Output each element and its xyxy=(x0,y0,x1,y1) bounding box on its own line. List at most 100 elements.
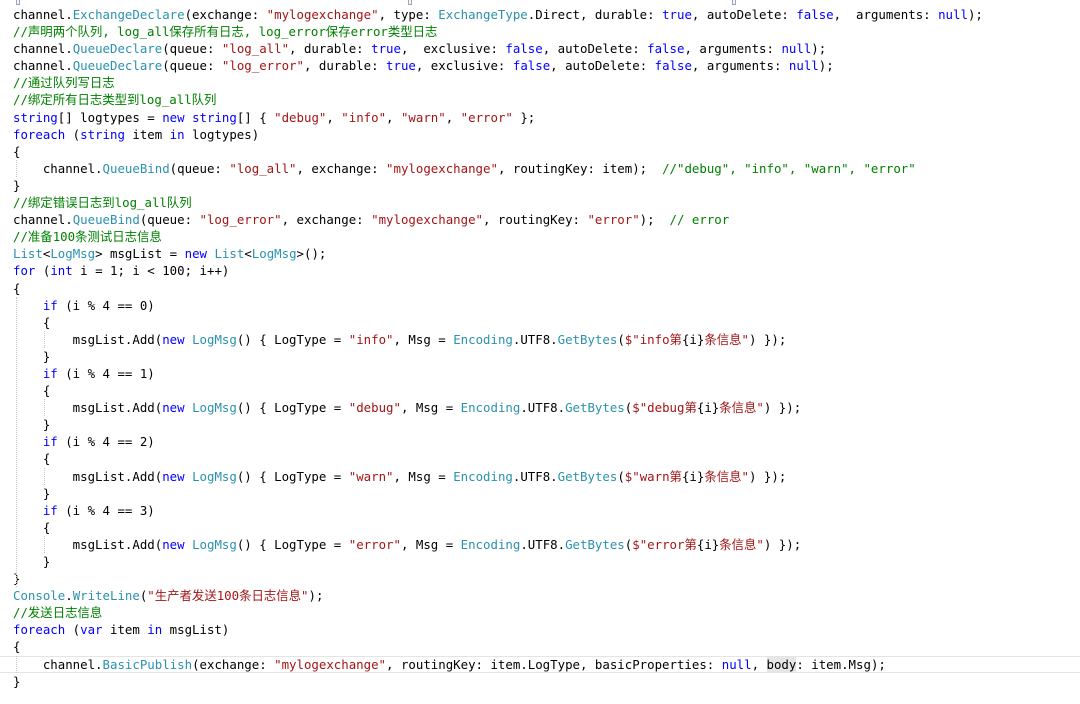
code-token: channel. xyxy=(13,656,103,672)
code-token: .UTF8. xyxy=(520,536,566,552)
tab-edge xyxy=(408,0,412,5)
code-token: //声明两个队列, log_all保存所有日志, log_error保存erro… xyxy=(13,24,438,40)
code-line[interactable]: if (i % 4 == 1) xyxy=(0,365,1080,382)
code-token: .UTF8. xyxy=(512,468,558,484)
code-line[interactable]: { xyxy=(0,382,1080,399)
code-token: , durable: xyxy=(289,41,372,57)
code-line[interactable]: } xyxy=(0,553,1080,570)
code-line[interactable]: } xyxy=(0,485,1080,502)
code-token: , exchange: xyxy=(281,212,372,228)
code-line[interactable]: msgList.Add(new LogMsg() { LogType = "wa… xyxy=(0,468,1080,485)
code-line[interactable]: channel.ExchangeDeclare(exchange: "mylog… xyxy=(0,6,1080,23)
code-token: ) }); xyxy=(763,536,802,552)
code-line[interactable]: if (i % 4 == 2) xyxy=(0,433,1080,450)
code-line[interactable]: for (int i = 1; i < 100; i++) xyxy=(0,262,1080,279)
code-token: ) }); xyxy=(763,400,802,416)
code-line[interactable]: { xyxy=(0,280,1080,297)
code-token: ( xyxy=(65,126,81,142)
code-token: { xyxy=(13,519,51,535)
code-line[interactable]: { xyxy=(0,519,1080,536)
code-token: ExchangeType xyxy=(438,7,528,22)
code-token: "mylogexchange" xyxy=(266,7,379,22)
code-token: { xyxy=(13,143,21,159)
code-token: : item.Msg); xyxy=(796,656,886,672)
code-line[interactable]: channel.BasicPublish(exchange: "mylogexc… xyxy=(0,655,1080,673)
code-token: //发送日志信息 xyxy=(13,605,103,621)
code-line[interactable]: //绑定所有日志类型到log_all队列 xyxy=(0,91,1080,108)
code-line[interactable]: //准备100条测试日志信息 xyxy=(0,228,1080,245)
code-token: null xyxy=(788,58,819,74)
code-token: false xyxy=(505,41,543,57)
code-line[interactable]: } xyxy=(0,570,1080,587)
code-lines[interactable]: channel.ExchangeDeclare(exchange: "mylog… xyxy=(0,6,1080,690)
code-line[interactable]: foreach (var item in msgList) xyxy=(0,621,1080,638)
code-token: false xyxy=(796,7,834,22)
code-token: } xyxy=(13,177,21,193)
code-line[interactable]: if (i % 4 == 3) xyxy=(0,502,1080,519)
code-line[interactable]: { xyxy=(0,143,1080,160)
code-token: msgList.Add( xyxy=(13,400,163,416)
code-line[interactable]: } xyxy=(0,416,1080,433)
code-token: LogMsg xyxy=(192,536,237,552)
code-token: (i % 4 == 2) xyxy=(57,434,155,450)
code-editor[interactable]: channel.ExchangeDeclare(exchange: "mylog… xyxy=(0,0,1080,704)
code-line[interactable]: { xyxy=(0,314,1080,331)
code-token: (queue: xyxy=(162,58,222,74)
code-line[interactable]: { xyxy=(0,450,1080,467)
code-line[interactable]: //发送日志信息 xyxy=(0,604,1080,621)
code-line[interactable]: channel.QueueDeclare(queue: "log_error",… xyxy=(0,57,1080,74)
code-token: } xyxy=(13,554,51,569)
code-token: Encoding xyxy=(460,400,521,416)
code-line[interactable]: //声明两个队列, log_all保存所有日志, log_error保存erro… xyxy=(0,23,1080,40)
code-token: channel. xyxy=(13,41,73,57)
code-token: (i % 4 == 1) xyxy=(57,365,155,381)
code-token: channel. xyxy=(13,7,73,22)
code-line[interactable]: Console.WriteLine("生产者发送100条日志信息"); xyxy=(0,587,1080,604)
code-token: "error" xyxy=(587,212,640,228)
code-token: .Direct, durable: xyxy=(527,7,663,22)
code-token: BasicPublish xyxy=(102,656,193,672)
code-token: () { LogType = xyxy=(236,400,349,416)
code-token: . xyxy=(65,588,73,604)
code-token: LogMsg xyxy=(192,331,237,347)
code-token: ExchangeDeclare xyxy=(72,7,185,22)
code-token: 条信息" xyxy=(719,536,764,552)
code-line[interactable]: string[] logtypes = new string[] { "debu… xyxy=(0,109,1080,126)
code-token: () { LogType = xyxy=(236,536,349,552)
code-line[interactable]: msgList.Add(new LogMsg() { LogType = "in… xyxy=(0,331,1080,348)
code-token: } xyxy=(13,673,21,689)
code-line[interactable]: msgList.Add(new LogMsg() { LogType = "er… xyxy=(0,536,1080,553)
code-token: , arguments: xyxy=(684,41,782,57)
tab-edge xyxy=(16,0,20,5)
code-line[interactable]: msgList.Add(new LogMsg() { LogType = "de… xyxy=(0,399,1080,416)
code-line[interactable]: //通过队列写日志 xyxy=(0,74,1080,91)
code-token: {i} xyxy=(681,331,705,347)
code-line[interactable]: } xyxy=(0,348,1080,365)
code-line[interactable]: } xyxy=(0,673,1080,690)
code-line[interactable]: List<LogMsg> msgList = new List<LogMsg>(… xyxy=(0,245,1080,262)
code-token: } xyxy=(13,348,51,364)
code-line[interactable]: } xyxy=(0,177,1080,194)
code-token: //"debug", "info", "warn", "error" xyxy=(662,160,916,176)
indent-guide xyxy=(44,399,45,417)
code-line[interactable]: channel.QueueBind(queue: "log_all", exch… xyxy=(0,160,1080,177)
code-line[interactable]: foreach (string item in logtypes) xyxy=(0,126,1080,143)
code-token: item xyxy=(124,126,170,142)
code-token: logtypes) xyxy=(184,126,260,142)
code-token: {i} xyxy=(681,468,705,484)
code-token: WriteLine xyxy=(72,588,140,604)
code-token: {i} xyxy=(696,400,720,416)
code-token: () { LogType = xyxy=(236,331,349,347)
code-line[interactable]: if (i % 4 == 0) xyxy=(0,297,1080,314)
code-line[interactable]: //绑定错误日志到log_all队列 xyxy=(0,194,1080,211)
code-line[interactable]: channel.QueueDeclare(queue: "log_all", d… xyxy=(0,40,1080,57)
code-line[interactable]: { xyxy=(0,638,1080,655)
code-line[interactable]: channel.QueueBind(queue: "log_error", ex… xyxy=(0,211,1080,228)
code-token: Encoding xyxy=(453,331,513,347)
